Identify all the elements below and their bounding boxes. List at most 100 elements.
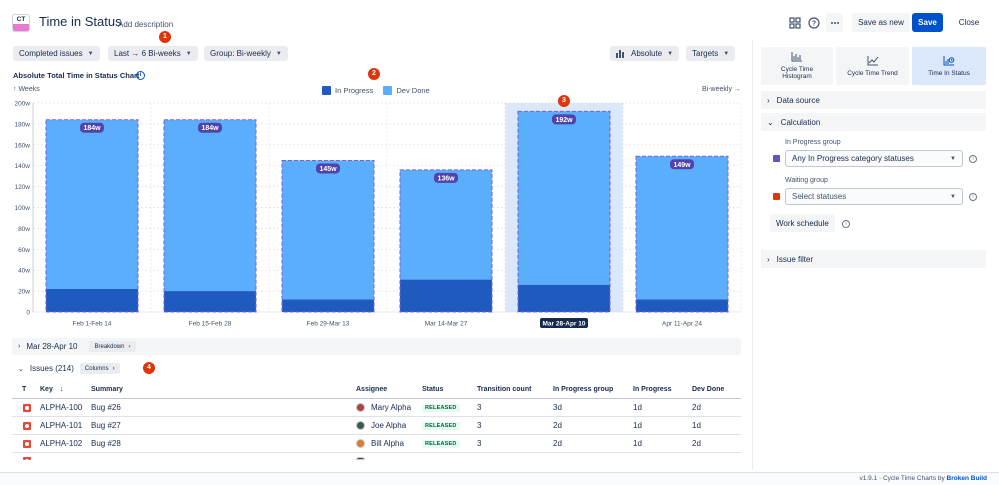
data-source-section[interactable]: › Data source	[761, 91, 986, 109]
chevron-down-icon: ▼	[87, 50, 94, 57]
work-schedule-button[interactable]: Work schedule	[770, 214, 835, 232]
chevron-down-icon: ▼	[950, 155, 956, 162]
x-tick-label: Mar 28-Apr 10	[543, 321, 586, 328]
trend-icon	[867, 55, 878, 65]
col-header-summary[interactable]: Summary	[91, 386, 123, 393]
x-tick-label: Mar 14-Mar 27	[425, 321, 468, 328]
annotation-marker-4: 4	[143, 362, 155, 374]
issue-filter-section[interactable]: › Issue filter	[761, 250, 986, 268]
breakdown-section-header[interactable]: › Mar 28-Apr 10 Breakdown ›	[12, 338, 741, 355]
bar-dev-done	[281, 160, 375, 300]
range-label: Last → 6 Bi-weeks	[114, 49, 181, 58]
save-button[interactable]: Save	[912, 13, 943, 32]
col-header-in-progress-group[interactable]: In Progress group	[553, 386, 613, 393]
bar-chart-icon	[616, 49, 624, 58]
col-header-key-label: Key	[40, 386, 53, 393]
tab-cycle-time-trend[interactable]: Cycle Time Trend	[836, 47, 909, 85]
tab-time-in-status[interactable]: Time In Status	[912, 47, 986, 85]
chevron-down-icon: ▼	[185, 50, 192, 57]
targets-dropdown[interactable]: Targets ▼	[686, 46, 736, 61]
x-tick-label: Feb 1-Feb 14	[72, 321, 111, 328]
calculation-section[interactable]: ⌄ Calculation	[761, 113, 986, 131]
row-divider	[12, 452, 741, 453]
legend-label-in-progress: In Progress	[335, 85, 374, 95]
y-tick-label: 20w	[18, 289, 30, 296]
x-axis-unit: Bi-weekly →	[702, 86, 741, 93]
col-header-status[interactable]: Status	[422, 386, 443, 393]
x-tick-label: Feb 15-Feb 28	[189, 321, 232, 328]
transition-count: 3	[477, 403, 482, 412]
group-dropdown[interactable]: Group: Bi-weekly ▼	[204, 46, 288, 61]
chevron-right-icon: ›	[128, 343, 131, 350]
issues-section-header[interactable]: ⌄ Issues (214) Columns ›	[12, 360, 741, 377]
assignee-name: Mary Alpha	[371, 403, 412, 412]
apps-icon[interactable]	[786, 13, 804, 32]
issue-key[interactable]: ALPHA-102	[40, 439, 82, 448]
info-icon[interactable]: i	[842, 220, 850, 228]
issue-summary[interactable]: Bug #27	[91, 421, 121, 430]
bar-in-progress	[635, 299, 729, 312]
issue-filter-dropdown[interactable]: Completed issues ▼	[13, 46, 100, 61]
col-header-dev-done[interactable]: Dev Done	[692, 386, 724, 393]
status-badge: RELEASED	[422, 422, 460, 430]
bar-dev-done	[163, 119, 257, 292]
dev-done-value: 2d	[692, 439, 701, 448]
waiting-group-select[interactable]: Select statuses ▼	[785, 188, 963, 205]
col-header-in-progress[interactable]: In Progress	[633, 386, 672, 393]
bug-icon	[23, 457, 31, 463]
issue-key[interactable]: ALPHA-101	[40, 421, 82, 430]
col-header-key[interactable]: Key ↓	[40, 386, 63, 393]
issue-key[interactable]: ALPHA-100	[40, 403, 82, 412]
total-label: 136w	[437, 175, 455, 182]
chevron-down-icon: ▼	[723, 50, 730, 57]
targets-label: Targets	[692, 49, 719, 58]
y-tick-label: 40w	[18, 268, 30, 275]
issue-summary[interactable]: Bug #28	[91, 439, 121, 448]
issue-filter-label: Issue filter	[776, 254, 814, 264]
tab-label: Cycle Time Trend	[847, 69, 898, 77]
chevron-right-icon: ›	[767, 254, 770, 264]
tab-cycle-time-histogram[interactable]: Cycle Time Histogram	[761, 47, 833, 85]
breakdown-button[interactable]: Breakdown ›	[89, 341, 136, 352]
legend-item-dev-done[interactable]: Dev Done	[383, 85, 430, 95]
assignee-name: Bill Alpha	[371, 439, 404, 448]
waiting-color-swatch[interactable]	[773, 193, 780, 200]
in-progress-group-select[interactable]: Any In Progress category statuses ▼	[785, 150, 963, 167]
info-icon[interactable]: i	[136, 71, 145, 80]
svg-text:?: ?	[812, 20, 816, 27]
info-icon[interactable]: i	[969, 155, 977, 163]
close-button[interactable]: Close	[952, 13, 986, 32]
bug-icon	[23, 422, 31, 430]
y-tick-label: 100w	[14, 205, 30, 212]
legend-item-in-progress[interactable]: In Progress	[322, 85, 374, 95]
issue-summary[interactable]: Bug #26	[91, 403, 121, 412]
range-dropdown[interactable]: Last → 6 Bi-weeks ▼	[108, 46, 198, 61]
mode-dropdown[interactable]: Absolute ▼	[610, 46, 680, 61]
save-as-new-button[interactable]: Save as new	[852, 13, 910, 32]
in-progress-value: 1d	[633, 439, 642, 448]
x-tick-label: Apr 11-Apr 24	[662, 321, 702, 328]
info-icon[interactable]: i	[969, 193, 977, 201]
y-tick-label: 120w	[14, 184, 30, 191]
bar-dev-done	[635, 156, 729, 300]
more-icon[interactable]	[826, 13, 843, 32]
total-label: 184w	[83, 125, 101, 132]
chevron-right-icon: ›	[112, 365, 115, 372]
columns-button[interactable]: Columns ›	[79, 363, 120, 374]
page-title: Time in Status	[39, 14, 122, 29]
bar-in-progress	[163, 291, 257, 312]
mode-label: Absolute	[631, 49, 663, 58]
col-header-type[interactable]: T	[22, 386, 26, 393]
in-progress-color-swatch[interactable]	[773, 155, 780, 162]
in-progress-value: 1d	[633, 421, 642, 430]
col-header-assignee[interactable]: Assignee	[356, 386, 387, 393]
vendor-link[interactable]: Broken Build	[947, 475, 987, 482]
dev-done-value: 1d	[692, 421, 701, 430]
help-icon[interactable]: ?	[805, 13, 823, 32]
waiting-group-placeholder: Select statuses	[792, 192, 847, 201]
bug-icon	[23, 440, 31, 448]
breakdown-title: Mar 28-Apr 10	[26, 342, 78, 351]
avatar	[356, 457, 365, 460]
add-description-link[interactable]: Add description	[118, 20, 173, 29]
col-header-transition-count[interactable]: Transition count	[477, 386, 531, 393]
